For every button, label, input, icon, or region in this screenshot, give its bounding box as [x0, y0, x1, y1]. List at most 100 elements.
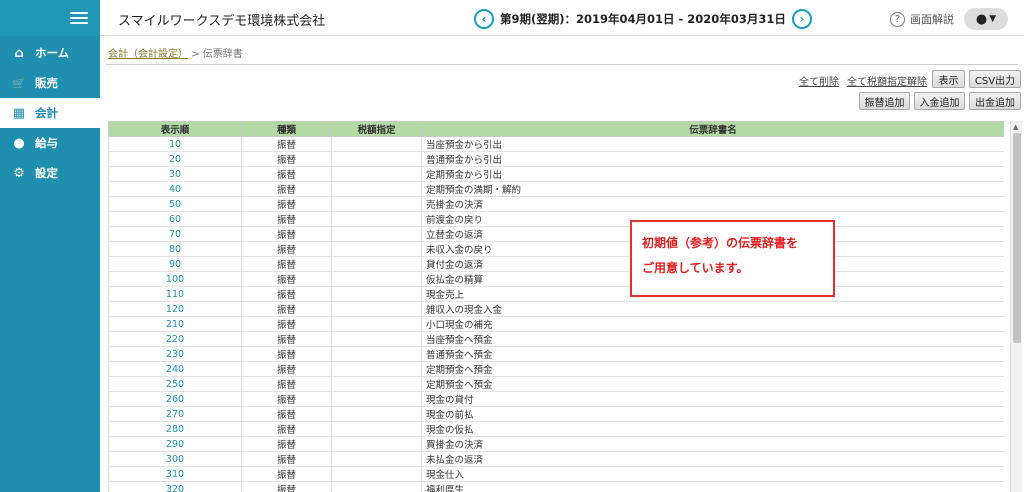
cell-order[interactable]: 300 — [108, 451, 242, 467]
sidebar-item-label: ホーム — [35, 46, 70, 60]
cell-order[interactable]: 110 — [108, 286, 242, 302]
table-row[interactable]: 40 振替 定期預金の満期・解約 — [108, 181, 1004, 197]
voucher-dictionary-table: 表示順 種類 税額指定 伝票辞書名 10 振替 当座預金から引出 20 振替 普通預金から… — [108, 121, 1004, 492]
prev-period-button[interactable]: ‹ — [474, 9, 494, 29]
cell-order[interactable]: 120 — [108, 301, 242, 317]
cell-kind: 振替 — [241, 436, 332, 452]
cell-order[interactable]: 240 — [108, 361, 242, 377]
cell-order[interactable]: 100 — [108, 271, 242, 287]
cell-name: 売掛金の決済 — [421, 196, 1004, 212]
table-row[interactable]: 250 振替 定期預金へ預金 — [108, 376, 1004, 392]
cell-tax — [331, 451, 422, 467]
cell-order[interactable]: 60 — [108, 211, 242, 227]
add-withdrawal-button[interactable]: 出金追加 — [969, 92, 1021, 110]
cell-order[interactable]: 80 — [108, 241, 242, 257]
help-button[interactable]: ? 画面解説 — [890, 11, 954, 27]
cell-order[interactable]: 30 — [108, 166, 242, 182]
cell-kind: 振替 — [241, 211, 332, 227]
table-row[interactable]: 320 振替 福利厚生 — [108, 481, 1004, 492]
table-row[interactable]: 290 振替 買掛金の決済 — [108, 436, 1004, 452]
sidebar-item-home[interactable]: ⌂ ホーム — [0, 38, 100, 68]
delete-all-link[interactable]: 全て削除 — [799, 73, 839, 88]
question-icon: ? — [890, 11, 905, 27]
cell-order[interactable]: 250 — [108, 376, 242, 392]
cell-order[interactable]: 40 — [108, 181, 242, 197]
table-row[interactable]: 260 振替 現金の貸付 — [108, 391, 1004, 407]
table-row[interactable]: 60 振替 前渡金の戻り — [108, 211, 1004, 227]
cell-tax — [331, 466, 422, 482]
table-row[interactable]: 30 振替 定期預金から引出 — [108, 166, 1004, 182]
table-row[interactable]: 220 振替 当座預金へ預金 — [108, 331, 1004, 347]
chevron-left-icon: ‹ — [481, 12, 487, 26]
cell-order[interactable]: 230 — [108, 346, 242, 362]
column-header-kind[interactable]: 種類 — [241, 121, 332, 137]
cell-name: 当座預金へ預金 — [421, 331, 1004, 347]
cell-tax — [331, 346, 422, 362]
cell-name: 小口現金の補充 — [421, 316, 1004, 332]
add-deposit-button[interactable]: 入金追加 — [914, 92, 965, 110]
csv-export-button[interactable]: CSV出力 — [969, 70, 1021, 88]
sidebar-item-sales[interactable]: 🛒 販売 — [0, 68, 100, 98]
cell-order[interactable]: 260 — [108, 391, 242, 407]
table-row[interactable]: 100 振替 仮払金の精算 — [108, 271, 1004, 287]
table-body: 10 振替 当座預金から引出 20 振替 普通預金から引出 30 振替 定期預金から引出 40 振替… — [108, 136, 1004, 492]
sidebar-item-payroll[interactable]: ● 給与 — [0, 128, 100, 158]
callout-line-2: ご用意しています。 — [642, 261, 749, 275]
column-header-name[interactable]: 伝票辞書名 — [421, 121, 1004, 137]
money-bag-icon: ● — [13, 135, 25, 151]
cell-order[interactable]: 20 — [108, 151, 242, 167]
table-row[interactable]: 90 振替 貸付金の返済 — [108, 256, 1004, 272]
hamburger-icon — [70, 9, 88, 27]
table-row[interactable]: 70 振替 立替金の返済 — [108, 226, 1004, 242]
show-button[interactable]: 表示 — [932, 70, 965, 88]
add-transfer-button[interactable]: 振替追加 — [859, 92, 910, 110]
table-row[interactable]: 110 振替 現金売上 — [108, 286, 1004, 302]
cell-tax — [331, 406, 422, 422]
cart-icon: 🛒 — [12, 76, 26, 90]
cell-order[interactable]: 70 — [108, 226, 242, 242]
table-row[interactable]: 240 振替 定期預金へ預金 — [108, 361, 1004, 377]
column-header-order[interactable]: 表示順 — [108, 121, 242, 137]
table-row[interactable]: 80 振替 未収入金の戻り — [108, 241, 1004, 257]
cell-order[interactable]: 280 — [108, 421, 242, 437]
scroll-up-icon[interactable]: ▲ — [1013, 123, 1018, 131]
table-row[interactable]: 270 振替 現金の前払 — [108, 406, 1004, 422]
cell-tax — [331, 226, 422, 242]
cell-kind: 振替 — [241, 271, 332, 287]
breadcrumb-divider — [106, 64, 1018, 65]
table-row[interactable]: 210 振替 小口現金の補充 — [108, 316, 1004, 332]
next-period-button[interactable]: › — [791, 9, 812, 29]
cell-order[interactable]: 210 — [108, 316, 242, 332]
table-row[interactable]: 230 振替 普通預金へ預金 — [108, 346, 1004, 362]
table-scrollbar[interactable]: ▲ — [1010, 121, 1022, 492]
cell-order[interactable]: 10 — [108, 136, 242, 152]
sidebar-item-settings[interactable]: ⚙ 設定 — [0, 158, 100, 188]
cell-kind: 振替 — [241, 286, 332, 302]
clear-tax-link[interactable]: 全て税額指定解除 — [847, 73, 927, 88]
menu-toggle-button[interactable] — [0, 0, 100, 36]
cell-order[interactable]: 310 — [108, 466, 242, 482]
scrollbar-thumb[interactable] — [1013, 133, 1021, 343]
table-row[interactable]: 280 振替 現金の仮払 — [108, 421, 1004, 437]
table-row[interactable]: 10 振替 当座預金から引出 — [108, 136, 1004, 152]
table-row[interactable]: 20 振替 普通預金から引出 — [108, 151, 1004, 167]
user-icon: ● — [975, 11, 988, 27]
cell-order[interactable]: 90 — [108, 256, 242, 272]
company-name: スマイルワークスデモ環境株式会社 — [118, 14, 326, 29]
cell-tax — [331, 331, 422, 347]
sidebar-item-accounting[interactable]: ▦ 会計 — [0, 98, 100, 128]
cell-tax — [331, 391, 422, 407]
table-row[interactable]: 120 振替 雑収入の現金入金 — [108, 301, 1004, 317]
column-header-tax[interactable]: 税額指定 — [331, 121, 422, 137]
table-row[interactable]: 300 振替 未払金の返済 — [108, 451, 1004, 467]
cell-order[interactable]: 320 — [108, 481, 242, 492]
breadcrumb-link-accounting[interactable]: 会計（会計設定） — [108, 49, 188, 60]
cell-order[interactable]: 290 — [108, 436, 242, 452]
cell-order[interactable]: 270 — [108, 406, 242, 422]
calculator-icon: ▦ — [12, 105, 26, 121]
cell-order[interactable]: 50 — [108, 196, 242, 212]
user-menu-button[interactable]: ● ▼ — [964, 8, 1008, 30]
cell-order[interactable]: 220 — [108, 331, 242, 347]
table-row[interactable]: 50 振替 売掛金の決済 — [108, 196, 1004, 212]
table-row[interactable]: 310 振替 現金仕入 — [108, 466, 1004, 482]
